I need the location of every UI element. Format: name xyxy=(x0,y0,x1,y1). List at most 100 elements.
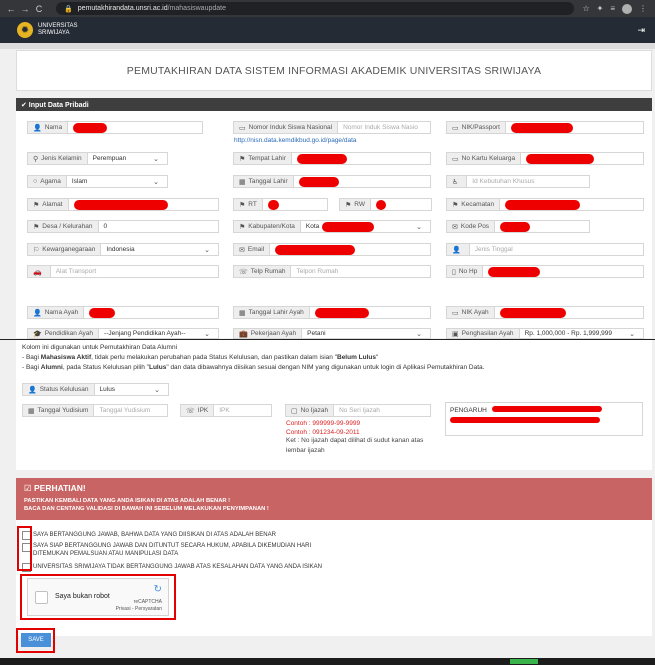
envelope-icon: ✉ xyxy=(239,246,245,254)
note-text: , tidak perlu melakukan perubahan pada S… xyxy=(91,354,337,361)
agree-text-3: UNIVERSITAS SRIWIJAYA TIDAK BERTANGGUNG … xyxy=(33,564,322,570)
money-icon: ▣ xyxy=(452,330,459,338)
alamat-field[interactable]: ⚑ Alamat xyxy=(27,198,219,211)
nik-field[interactable]: ▭ NIK/Passport xyxy=(446,121,644,134)
jenis-tinggal-input[interactable]: Jenis Tinggal xyxy=(470,244,643,255)
calendar-icon: ▦ xyxy=(239,178,246,186)
pengaruh-text: PENGARUH xyxy=(450,407,487,414)
more-icon[interactable]: ⋮ xyxy=(639,4,647,13)
nama-ayah-field[interactable]: 👤 Nama Ayah xyxy=(27,306,219,319)
pekerjaan-ayah-label: Pekerjaan Ayah xyxy=(250,330,297,337)
penghasilan-ayah-field[interactable]: ▣ Penghasilan Ayah Rp. 1,000,000 - Rp. 1,… xyxy=(446,328,644,339)
id-card-icon: ▭ xyxy=(452,155,459,163)
pendidikan-ayah-field[interactable]: 🎓 Pendidikan Ayah --Jenjang Pendidikan Ay… xyxy=(27,328,219,339)
nama-field[interactable]: 👤 Nama xyxy=(27,121,203,134)
status-kelulusan-field[interactable]: 👤 Status Kelulusan Lulus xyxy=(22,383,169,396)
section-header: ✔ Input Data Pribadi xyxy=(16,98,652,111)
agama-select[interactable]: Islam xyxy=(67,176,167,187)
no-kk-field[interactable]: ▭ No Kartu Keluarga xyxy=(446,152,644,165)
nik-ayah-field[interactable]: ▭ NIK Ayah xyxy=(446,306,644,319)
envelope-icon: ✉ xyxy=(452,223,458,231)
status-kelulusan-select[interactable]: Lulus xyxy=(95,384,168,395)
jenis-kelamin-select[interactable]: Perempuan xyxy=(88,153,167,164)
telp-rumah-input[interactable]: Telpon Rumah xyxy=(291,266,430,277)
penghasilan-ayah-select[interactable]: Rp. 1,000,000 - Rp. 1,999,999 xyxy=(520,329,643,338)
note-bold: Mahasiswa Aktif xyxy=(40,354,92,361)
pendidikan-ayah-label: Pendidikan Ayah xyxy=(44,330,94,337)
redaction-mark xyxy=(73,199,168,210)
no-ijazah-input[interactable]: No Seri Ijazah xyxy=(334,405,430,416)
profile-avatar[interactable] xyxy=(622,3,632,14)
nik-ayah-label: NIK Ayah xyxy=(461,309,489,316)
back-button[interactable]: ← xyxy=(4,4,18,14)
nisn-input[interactable]: Nomor Induk Siswa Nasio xyxy=(338,122,430,133)
kewarganegaraan-select[interactable]: Indonesia xyxy=(101,244,218,255)
extension-icon[interactable]: ✦ xyxy=(597,4,604,13)
desa-input[interactable]: 0 xyxy=(99,221,218,232)
star-icon[interactable]: ☆ xyxy=(582,4,589,13)
redaction-mark xyxy=(500,221,531,232)
pekerjaan-ayah-select[interactable]: Petani xyxy=(302,329,430,338)
kecamatan-field[interactable]: ⚑ Kecamatan xyxy=(446,198,644,211)
tgl-lahir-ayah-field[interactable]: ▦ Tanggal Lahir Ayah xyxy=(233,306,431,319)
map-marker-icon: ⚑ xyxy=(345,201,352,209)
nisn-link[interactable]: http://nisn.data.kemdikbud.go.id/page/da… xyxy=(234,137,357,144)
logout-icon[interactable]: ⇥ xyxy=(637,25,645,36)
agama-field[interactable]: ○ Agama Islam xyxy=(27,175,168,188)
kebutuhan-khusus-input[interactable]: Id Kebutuhan Khusus xyxy=(467,176,589,187)
app-header: ✹ UNIVERSITAS SRIWIJAYA ⇥ xyxy=(0,17,655,43)
telp-rumah-label: Telp Rumah xyxy=(250,268,286,275)
tanggal-lahir-field[interactable]: ▦ Tanggal Lahir xyxy=(233,175,431,188)
no-hp-field[interactable]: ▯ No Hp xyxy=(446,265,644,278)
ijazah-note-line2: lembar ijazah xyxy=(286,447,325,454)
reload-button[interactable]: C xyxy=(32,4,46,14)
rw-label: RW xyxy=(354,201,365,208)
alumni-note-alumni: - Bagi Alumni, pada Status Kelulusan pil… xyxy=(22,364,484,371)
nisn-field[interactable]: ▭ Nomor Induk Siswa Nasional Nomor Induk … xyxy=(233,121,431,134)
url-host: pemutakhirandata.unsri.ac.id xyxy=(77,5,168,12)
forward-button[interactable]: → xyxy=(18,4,32,14)
kabupaten-select[interactable]: Kota xyxy=(301,221,430,232)
ipk-input[interactable]: IPK xyxy=(214,405,271,416)
jenis-tinggal-field[interactable]: 👤 Jenis Tinggal xyxy=(446,243,644,256)
tanggal-lahir-label: Tanggal Lahir xyxy=(248,178,288,185)
email-field[interactable]: ✉ Email xyxy=(233,243,431,256)
jenis-kelamin-field[interactable]: ⚲ Jenis Kelamin Perempuan xyxy=(27,152,168,165)
rw-field[interactable]: ⚑ RW xyxy=(339,198,432,211)
menu-icon[interactable]: ≡ xyxy=(610,4,615,13)
telp-rumah-field[interactable]: ☏ Telp Rumah Telpon Rumah xyxy=(233,265,431,278)
ipk-field[interactable]: ☏ IPK IPK xyxy=(180,404,272,417)
kecamatan-label: Kecamatan xyxy=(461,201,495,208)
nisn-label: Nomor Induk Siswa Nasional xyxy=(248,124,333,131)
pendidikan-ayah-select[interactable]: --Jenjang Pendidikan Ayah-- xyxy=(99,329,218,338)
pekerjaan-ayah-field[interactable]: 💼 Pekerjaan Ayah Petani xyxy=(233,328,431,339)
gender-icon: ⚲ xyxy=(33,155,39,163)
address-bar[interactable]: 🔒 pemutakhirandata.unsri.ac.id /mahasisw… xyxy=(56,2,575,15)
no-ijazah-field[interactable]: ▢ No Ijazah No Seri Ijazah xyxy=(285,404,431,417)
tanggal-yudisium-input[interactable]: Tanggal Yudisium xyxy=(94,405,167,416)
kode-pos-field[interactable]: ✉ Kode Pos xyxy=(446,220,590,233)
desa-field[interactable]: ⚑ Desa / Kelurahan 0 xyxy=(27,220,219,233)
kabupaten-label: Kabupaten/Kota xyxy=(248,223,295,230)
kabupaten-field[interactable]: ⚑ Kabupaten/Kota Kota xyxy=(233,220,431,233)
kewarganegaraan-field[interactable]: ⚐ Kewarganegaraan Indonesia xyxy=(27,243,219,256)
kebutuhan-khusus-field[interactable]: ♿ Id Kebutuhan Khusus xyxy=(446,175,590,188)
alat-transport-field[interactable]: 🚗 Alat Transport xyxy=(27,265,219,278)
pengaruh-textarea[interactable]: PENGARUH xyxy=(445,402,643,436)
redaction-mark xyxy=(526,153,595,164)
kode-pos-label: Kode Pos xyxy=(460,223,490,230)
tanggal-yudisium-field[interactable]: ▦ Tanggal Yudisium Tanggal Yudisium xyxy=(22,404,168,417)
page-title: PEMUTAKHIRAN DATA SISTEM INFORMASI AKADE… xyxy=(16,50,652,91)
alat-transport-input[interactable]: Alat Transport xyxy=(51,266,218,277)
accessibility-icon: ♿ xyxy=(452,178,459,186)
redaction-mark xyxy=(73,122,108,133)
redaction-mark xyxy=(499,307,566,318)
nama-ayah-label: Nama Ayah xyxy=(44,309,79,316)
redaction-mark xyxy=(450,417,600,423)
taskbar-indicator xyxy=(510,659,538,664)
rt-field[interactable]: ⚑ RT xyxy=(233,198,328,211)
user-icon: 👤 xyxy=(33,124,42,132)
tempat-lahir-field[interactable]: ⚑ Tempat Lahir xyxy=(233,152,431,165)
lock-icon: 🔒 xyxy=(64,5,73,13)
user-icon: 👤 xyxy=(33,309,42,317)
